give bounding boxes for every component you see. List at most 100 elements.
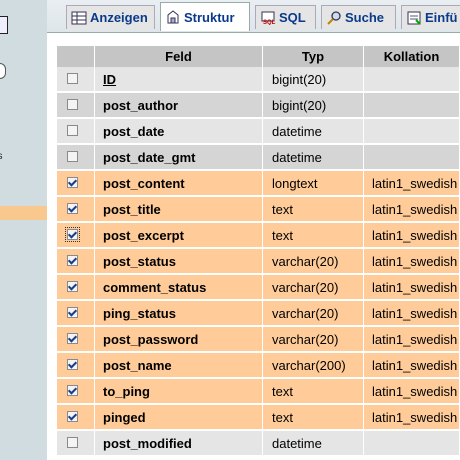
table-row[interactable]: post_excerpt text latin1_swedish (57, 223, 460, 248)
select-cell (57, 379, 95, 404)
field-collation: latin1_swedish (364, 171, 460, 196)
table-row[interactable]: post_content longtext latin1_swedish (57, 171, 460, 196)
left-navigation-panel: ds (0, 0, 47, 460)
row-checkbox[interactable] (67, 437, 78, 448)
field-collation: latin1_swedish (364, 405, 460, 430)
row-checkbox[interactable] (67, 385, 78, 396)
table-row[interactable]: to_ping text latin1_swedish (57, 379, 460, 404)
row-checkbox[interactable] (67, 307, 78, 318)
svg-text:SQL: SQL (263, 20, 276, 25)
table-row[interactable]: post_author bigint(20) (57, 93, 460, 118)
field-collation: latin1_swedish (364, 275, 460, 300)
field-collation (364, 431, 460, 456)
row-checkbox[interactable] (67, 177, 78, 188)
select-cell (57, 145, 95, 170)
sql-icon: SQL (260, 11, 276, 26)
reload-icon[interactable] (0, 63, 6, 79)
field-collation: latin1_swedish (364, 327, 460, 352)
table-row[interactable]: post_name varchar(200) latin1_swedish (57, 353, 460, 378)
field-type: bigint(20) (263, 93, 364, 118)
select-cell (57, 301, 95, 326)
tab-bar: Anzeigen Struktur SQL SQL Suche Einfü (47, 0, 460, 33)
table-row[interactable]: post_password varchar(20) latin1_swedish (57, 327, 460, 352)
row-checkbox[interactable] (65, 227, 80, 242)
navigation-icon[interactable] (0, 16, 8, 34)
sidebar-selected-item[interactable] (0, 206, 47, 220)
field-type: varchar(200) (263, 353, 364, 378)
row-checkbox[interactable] (67, 99, 78, 110)
field-name: ID (95, 67, 263, 92)
tab-label: SQL (279, 10, 306, 25)
header-select (57, 46, 95, 67)
select-cell (57, 249, 95, 274)
field-type: varchar(20) (263, 275, 364, 300)
field-name: post_name (95, 353, 263, 378)
field-name: post_date (95, 119, 263, 144)
field-name: to_ping (95, 379, 263, 404)
structure-icon (165, 10, 181, 24)
tab-label: Anzeigen (90, 10, 148, 25)
field-collation: latin1_swedish (364, 379, 460, 404)
field-name: post_excerpt (95, 223, 263, 248)
row-checkbox[interactable] (67, 151, 78, 162)
table-row[interactable]: post_date_gmt datetime (57, 145, 460, 170)
sidebar-text-fragment[interactable]: ds (0, 151, 3, 162)
table-row[interactable]: post_title text latin1_swedish (57, 197, 460, 222)
tab-sql[interactable]: SQL SQL (255, 5, 316, 29)
select-cell (57, 327, 95, 352)
select-cell (57, 197, 95, 222)
header-typ[interactable]: Typ (263, 46, 364, 67)
field-collation: latin1_swedish (364, 249, 460, 274)
table-row[interactable]: comment_status varchar(20) latin1_swedish (57, 275, 460, 300)
table-row[interactable]: pinged text latin1_swedish (57, 405, 460, 430)
header-feld[interactable]: Feld (95, 46, 263, 67)
field-type: longtext (263, 171, 364, 196)
field-type: varchar(20) (263, 327, 364, 352)
tab-label: Struktur (184, 9, 235, 25)
select-cell (57, 119, 95, 144)
row-checkbox[interactable] (67, 73, 78, 84)
field-type: bigint(20) (263, 67, 364, 92)
field-collation (364, 145, 460, 170)
tab-anzeigen[interactable]: Anzeigen (66, 5, 155, 29)
row-checkbox[interactable] (67, 281, 78, 292)
table-row[interactable]: ID bigint(20) (57, 67, 460, 92)
select-cell (57, 353, 95, 378)
field-type: varchar(20) (263, 249, 364, 274)
row-checkbox[interactable] (67, 125, 78, 136)
search-icon (326, 10, 342, 25)
row-checkbox[interactable] (67, 411, 78, 422)
field-name: post_modified (95, 431, 263, 456)
field-name: post_password (95, 327, 263, 352)
field-name: post_author (95, 93, 263, 118)
tab-suche[interactable]: Suche (321, 5, 396, 29)
field-collation (364, 67, 460, 92)
row-checkbox[interactable] (67, 359, 78, 370)
table-row[interactable]: ping_status varchar(20) latin1_swedish (57, 301, 460, 326)
field-collation (364, 119, 460, 144)
field-name: post_status (95, 249, 263, 274)
field-name: ping_status (95, 301, 263, 326)
field-type: datetime (263, 145, 364, 170)
table-row[interactable]: post_modified datetime (57, 431, 460, 456)
tab-einfuegen[interactable]: Einfü (401, 5, 460, 29)
table-row[interactable]: post_date datetime (57, 119, 460, 144)
field-type: text (263, 197, 364, 222)
tab-struktur[interactable]: Struktur (160, 2, 250, 31)
row-checkbox[interactable] (67, 203, 78, 214)
field-name: pinged (95, 405, 263, 430)
field-name: post_title (95, 197, 263, 222)
select-cell (57, 275, 95, 300)
select-cell (57, 93, 95, 118)
field-type: text (263, 223, 364, 248)
field-collation: latin1_swedish (364, 197, 460, 222)
field-type: datetime (263, 431, 364, 456)
header-kollation[interactable]: Kollation (364, 46, 460, 67)
select-cell (57, 67, 95, 92)
tab-label: Einfü (425, 10, 458, 25)
row-checkbox[interactable] (67, 333, 78, 344)
field-type: varchar(20) (263, 301, 364, 326)
table-row[interactable]: post_status varchar(20) latin1_swedish (57, 249, 460, 274)
row-checkbox[interactable] (67, 255, 78, 266)
field-name: post_date_gmt (95, 145, 263, 170)
